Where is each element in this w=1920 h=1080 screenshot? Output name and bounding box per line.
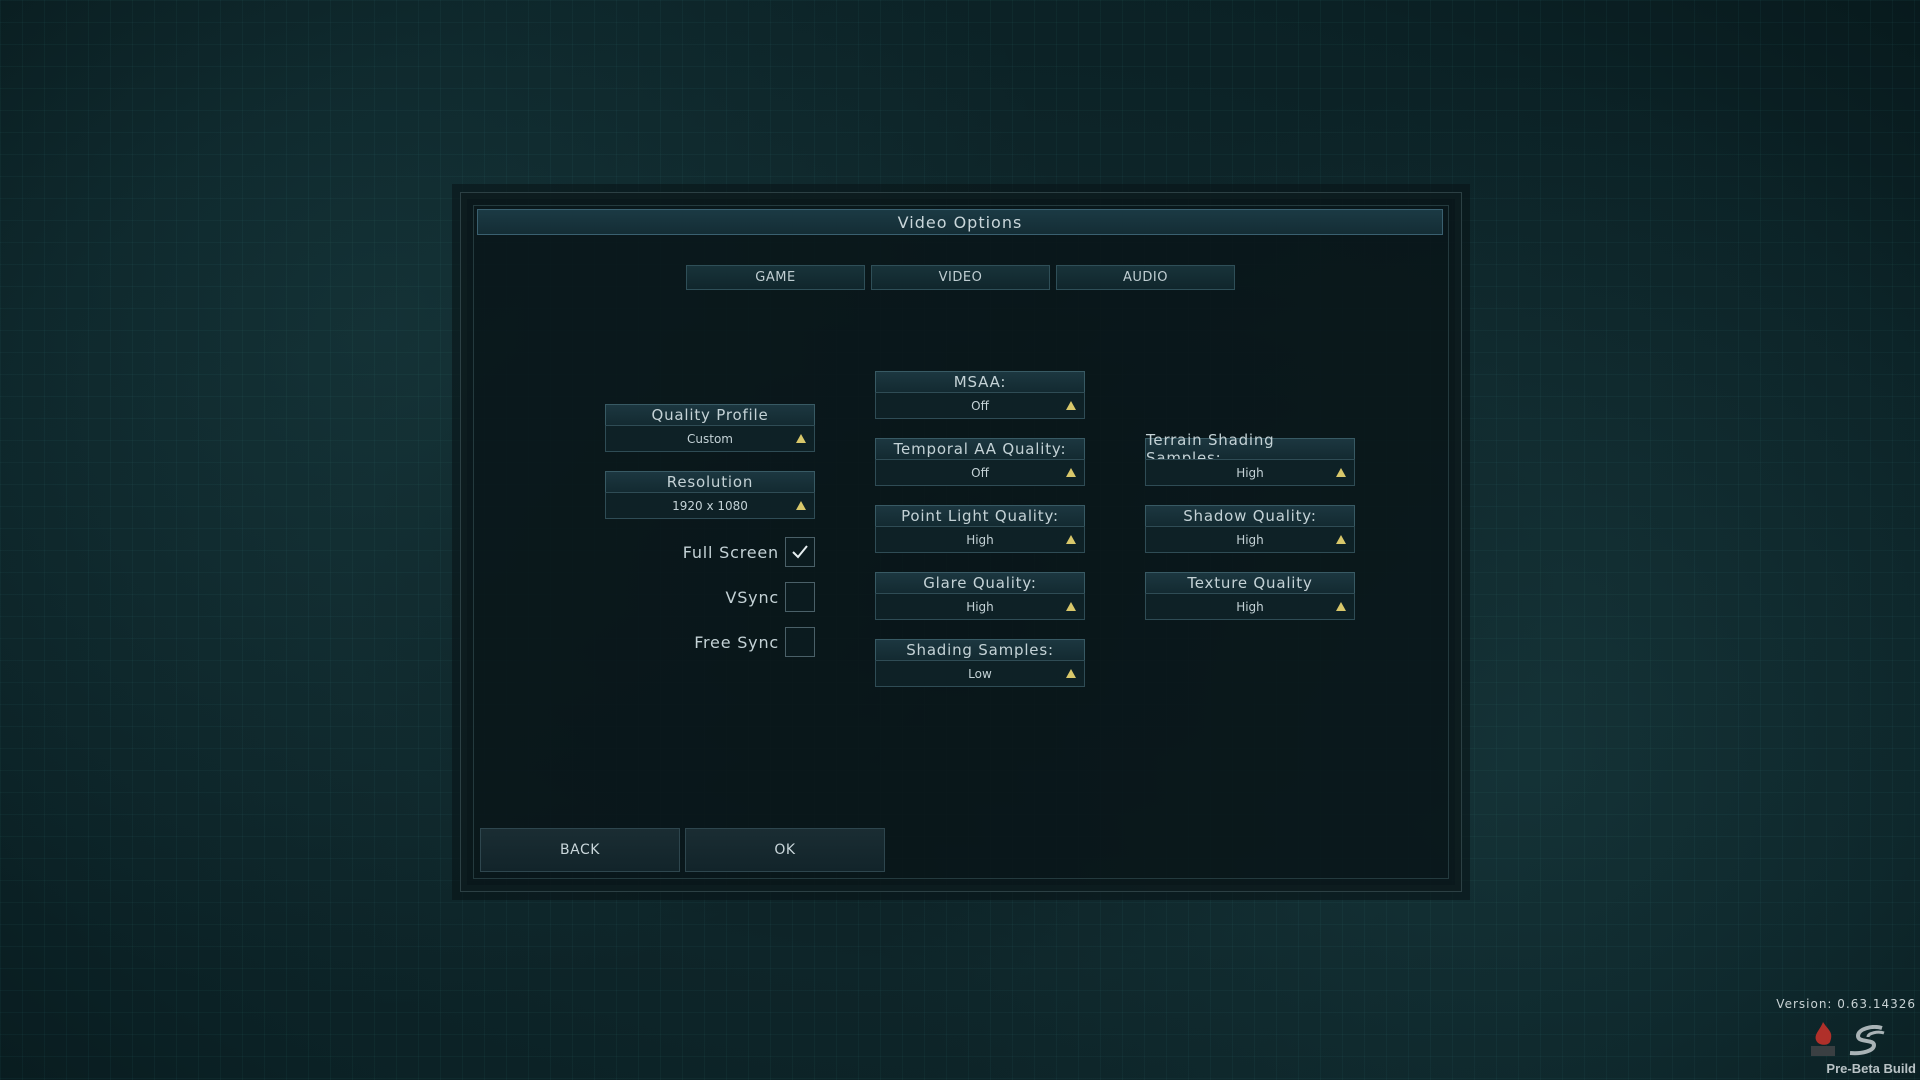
shading-samples-select[interactable]: Low — [875, 660, 1085, 687]
shading-samples-value: Low — [968, 666, 992, 681]
shadow-quality-select[interactable]: High — [1145, 526, 1355, 553]
temporal-aa-value: Off — [971, 465, 989, 480]
msaa-field: MSAA: Off — [875, 371, 1085, 419]
vsync-label: VSync — [725, 587, 779, 607]
triangle-up-icon — [1066, 668, 1076, 678]
triangle-up-icon — [1336, 601, 1346, 611]
full-screen-checkbox[interactable] — [785, 537, 815, 567]
glare-quality-value: High — [966, 599, 994, 614]
temporal-aa-label: Temporal AA Quality: — [875, 438, 1085, 459]
triangle-up-icon — [1336, 534, 1346, 544]
temporal-aa-field: Temporal AA Quality: Off — [875, 438, 1085, 486]
temporal-aa-select[interactable]: Off — [875, 459, 1085, 486]
shading-samples-field: Shading Samples: Low — [875, 639, 1085, 687]
vsync-row: VSync — [725, 582, 815, 612]
back-button[interactable]: BACK — [480, 828, 680, 872]
point-light-value: High — [966, 532, 994, 547]
msaa-label: MSAA: — [875, 371, 1085, 392]
ok-button[interactable]: OK — [685, 828, 885, 872]
quality-profile-value: Custom — [687, 431, 733, 446]
full-screen-row: Full Screen — [683, 537, 815, 567]
triangle-up-icon — [1066, 601, 1076, 611]
glare-quality-label: Glare Quality: — [875, 572, 1085, 593]
msaa-value: Off — [971, 398, 989, 413]
quality-profile-select[interactable]: Custom — [605, 425, 815, 452]
msaa-select[interactable]: Off — [875, 392, 1085, 419]
free-sync-checkbox[interactable] — [785, 627, 815, 657]
triangle-up-icon — [796, 500, 806, 510]
triangle-up-icon — [1336, 467, 1346, 477]
vsync-checkbox[interactable] — [785, 582, 815, 612]
game-logo-icon — [1844, 1025, 1890, 1061]
full-screen-label: Full Screen — [682, 542, 779, 562]
resolution-select[interactable]: 1920 x 1080 — [605, 492, 815, 519]
resolution-label: Resolution — [605, 471, 815, 492]
free-sync-label: Free Sync — [694, 632, 779, 652]
glare-quality-field: Glare Quality: High — [875, 572, 1085, 620]
texture-quality-label: Texture Quality — [1145, 572, 1355, 593]
resolution-value: 1920 x 1080 — [672, 498, 748, 513]
texture-quality-value: High — [1236, 599, 1264, 614]
version-label: Version: 0.63.14326 — [1776, 997, 1916, 1011]
terrain-shading-label: Terrain Shading Samples: — [1145, 431, 1355, 467]
tab-video[interactable]: VIDEO — [871, 265, 1050, 290]
tab-game[interactable]: GAME — [686, 265, 865, 290]
point-light-select[interactable]: High — [875, 526, 1085, 553]
window-title: Video Options — [477, 209, 1443, 235]
quality-profile-label: Quality Profile — [605, 404, 815, 425]
glare-quality-select[interactable]: High — [875, 593, 1085, 620]
build-label: Pre-Beta Build — [1826, 1061, 1916, 1076]
texture-quality-select[interactable]: High — [1145, 593, 1355, 620]
terrain-shading-select[interactable]: High — [1145, 459, 1355, 486]
oxide-logo — [1808, 1020, 1838, 1062]
resolution-field: Resolution 1920 x 1080 — [605, 471, 815, 519]
checkmark-icon — [792, 545, 808, 559]
shading-samples-label: Shading Samples: — [875, 639, 1085, 660]
triangle-up-icon — [1066, 467, 1076, 477]
shadow-quality-field: Shadow Quality: High — [1145, 505, 1355, 553]
triangle-up-icon — [1066, 400, 1076, 410]
triangle-up-icon — [1066, 534, 1076, 544]
terrain-shading-value: High — [1236, 465, 1264, 480]
point-light-field: Point Light Quality: High — [875, 505, 1085, 553]
point-light-label: Point Light Quality: — [875, 505, 1085, 526]
shadow-quality-value: High — [1236, 532, 1264, 547]
terrain-shading-field: Terrain Shading Samples: High — [1145, 431, 1355, 486]
shadow-quality-label: Shadow Quality: — [1145, 505, 1355, 526]
tab-audio[interactable]: AUDIO — [1056, 265, 1235, 290]
free-sync-row: Free Sync — [694, 627, 815, 657]
texture-quality-field: Texture Quality High — [1145, 572, 1355, 620]
quality-profile-field: Quality Profile Custom — [605, 404, 815, 452]
triangle-up-icon — [796, 433, 806, 443]
